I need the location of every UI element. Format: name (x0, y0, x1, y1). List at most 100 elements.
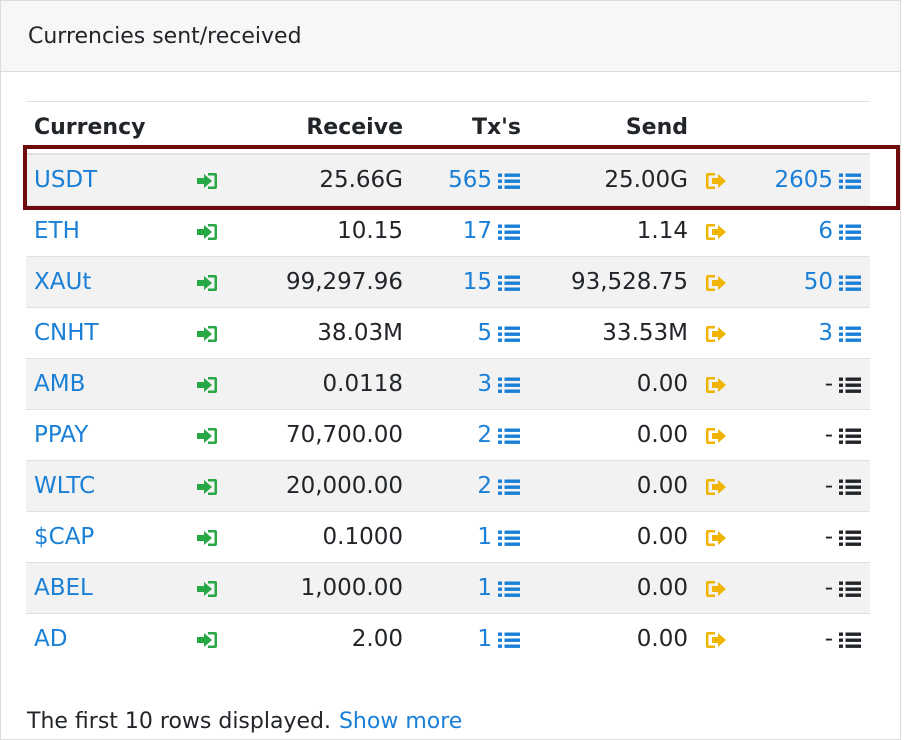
list-icon (833, 422, 862, 448)
send-amount: 93,528.75 (529, 256, 696, 308)
receive-txs-link[interactable]: 5 (477, 320, 521, 346)
receive-txs-count: 1 (477, 626, 492, 652)
send-txs-cell: 3 (736, 307, 870, 359)
receive-amount: 10.15 (227, 205, 411, 257)
receive-txs-link[interactable]: 565 (448, 167, 521, 193)
currency-link[interactable]: AMB (34, 371, 85, 397)
send-amount: 0.00 (529, 460, 696, 512)
send-txs-cell: - (736, 511, 870, 563)
receive-amount: 99,297.96 (227, 256, 411, 308)
send-txs-link[interactable]: 3 (818, 320, 862, 346)
receive-txs-count: 1 (477, 575, 492, 601)
receive-icon-cell (187, 205, 227, 257)
sign-out-icon (704, 371, 728, 397)
list-icon (492, 575, 521, 601)
receive-txs-cell: 3 (411, 358, 529, 410)
send-txs-count: 50 (803, 269, 833, 295)
table-footer: The first 10 rows displayed. Show more (27, 709, 462, 734)
receive-txs-cell: 1 (411, 511, 529, 563)
receive-txs-cell: 565 (411, 153, 529, 206)
list-icon (492, 524, 521, 550)
send-icon-cell (696, 153, 736, 206)
list-icon (833, 167, 862, 193)
sign-out-icon (704, 422, 728, 448)
sign-in-icon (195, 269, 219, 295)
receive-txs-count: 2 (477, 473, 492, 499)
list-icon (833, 320, 862, 346)
send-amount: 0.00 (529, 613, 696, 664)
currency-link[interactable]: CNHT (34, 320, 99, 346)
show-more-link[interactable]: Show more (339, 709, 462, 734)
receive-icon-cell (187, 409, 227, 461)
send-amount: 1.14 (529, 205, 696, 257)
send-icon-cell (696, 307, 736, 359)
send-icon-cell (696, 613, 736, 664)
receive-txs-count: 565 (448, 167, 492, 193)
send-txs-cell: - (736, 562, 870, 614)
list-icon (492, 371, 521, 397)
list-icon (833, 473, 862, 499)
receive-icon-cell (187, 153, 227, 206)
receive-txs-link[interactable]: 3 (477, 371, 521, 397)
currencies-table: Currency Receive Tx's Send USDT 25.66G 565… (26, 101, 870, 664)
table-row: USDT 25.66G 565 25.00G 2605 (26, 153, 870, 206)
receive-amount: 0.0118 (227, 358, 411, 410)
send-icon-cell (696, 358, 736, 410)
receive-txs-link[interactable]: 1 (477, 524, 521, 550)
currency-link[interactable]: XAUt (34, 269, 91, 295)
list-icon (492, 218, 521, 244)
currency-link[interactable]: ETH (34, 218, 80, 244)
table-header-row: Currency Receive Tx's Send (26, 101, 870, 155)
receive-txs-link[interactable]: 1 (477, 575, 521, 601)
currency-cell: WLTC (26, 460, 187, 512)
send-txs-count: 3 (818, 320, 833, 346)
receive-icon-cell (187, 307, 227, 359)
receive-txs-link[interactable]: 2 (477, 422, 521, 448)
send-icon-cell (696, 256, 736, 308)
list-icon (492, 269, 521, 295)
sign-in-icon (195, 167, 219, 193)
receive-txs-link[interactable]: 17 (463, 218, 521, 244)
send-txs-link[interactable]: 50 (804, 269, 862, 295)
sign-in-icon (195, 524, 219, 550)
currency-link[interactable]: $CAP (34, 524, 94, 550)
header-txs: Tx's (411, 101, 529, 155)
sign-out-icon (704, 626, 728, 652)
sign-in-icon (195, 320, 219, 346)
rows-displayed-text: The first 10 rows displayed. (27, 709, 331, 734)
table-row: AD 2.00 1 0.00 - (26, 613, 870, 664)
send-txs-link[interactable]: 6 (818, 218, 862, 244)
receive-txs-link[interactable]: 15 (463, 269, 521, 295)
receive-amount: 38.03M (227, 307, 411, 359)
sign-in-icon (195, 422, 219, 448)
receive-txs-link[interactable]: 2 (477, 473, 521, 499)
receive-amount: 0.1000 (227, 511, 411, 563)
currency-link[interactable]: PPAY (34, 422, 88, 448)
table-row: AMB 0.0118 3 0.00 - (26, 358, 870, 410)
sign-out-icon (704, 269, 728, 295)
receive-txs-link[interactable]: 1 (477, 626, 521, 652)
currency-link[interactable]: USDT (34, 167, 97, 193)
currency-cell: CNHT (26, 307, 187, 359)
receive-txs-cell: 17 (411, 205, 529, 257)
send-txs-cell: 50 (736, 256, 870, 308)
currency-cell: AMB (26, 358, 187, 410)
sign-out-icon (704, 524, 728, 550)
send-amount: 33.53M (529, 307, 696, 359)
receive-icon-cell (187, 511, 227, 563)
send-txs-count: - (824, 422, 833, 448)
table-row: CNHT 38.03M 5 33.53M 3 (26, 307, 870, 359)
list-icon (492, 422, 521, 448)
sign-in-icon (195, 218, 219, 244)
header-empty (696, 101, 870, 155)
currency-link[interactable]: WLTC (34, 473, 95, 499)
send-txs-count: 6 (818, 218, 833, 244)
currency-link[interactable]: ABEL (34, 575, 93, 601)
send-txs-link[interactable]: 2605 (774, 167, 862, 193)
receive-txs-cell: 2 (411, 460, 529, 512)
receive-txs-cell: 1 (411, 613, 529, 664)
currency-cell: PPAY (26, 409, 187, 461)
sign-in-icon (195, 371, 219, 397)
currency-link[interactable]: AD (34, 626, 67, 652)
sign-in-icon (195, 473, 219, 499)
